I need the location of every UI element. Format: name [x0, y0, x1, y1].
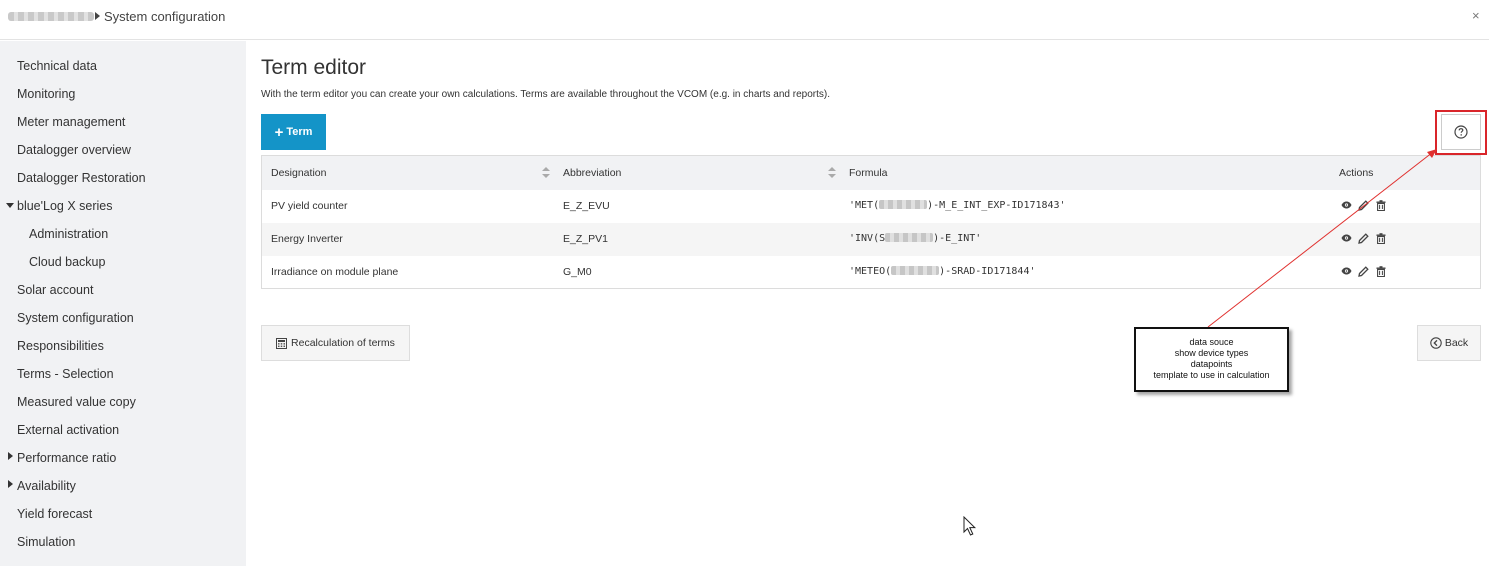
cell-designation: Irradiance on module plane: [271, 266, 399, 278]
page-title: Term editor: [261, 56, 367, 79]
cell-formula: 'MET()-M_E_INT_EXP-ID171843': [849, 200, 1066, 211]
trash-icon[interactable]: [1375, 232, 1386, 244]
eye-icon[interactable]: [1341, 232, 1352, 244]
caret-down-icon[interactable]: [6, 203, 14, 208]
add-term-label: Term: [286, 126, 313, 138]
sidebar-item-terms-selection[interactable]: Terms - Selection: [17, 367, 114, 381]
calculator-icon: [276, 337, 288, 349]
add-term-button[interactable]: + Term: [261, 114, 326, 150]
sidebar-item-performance-ratio[interactable]: Performance ratio: [17, 451, 116, 465]
table-row: Irradiance on module plane G_M0 'METEO()…: [262, 256, 1480, 289]
pencil-icon[interactable]: [1358, 199, 1369, 211]
annotation-callout: data souce show device types datapoints …: [1134, 327, 1289, 392]
cell-abbreviation: E_Z_PV1: [563, 233, 608, 245]
column-header-formula: Formula: [849, 167, 888, 179]
sidebar-item-simulation[interactable]: Simulation: [17, 535, 75, 549]
sidebar-item-datalogger-restoration[interactable]: Datalogger Restoration: [17, 171, 146, 185]
pencil-icon[interactable]: [1358, 232, 1369, 244]
sidebar-item-bluelog-x-series[interactable]: blue'Log X series: [17, 199, 113, 213]
terms-table: Designation Abbreviation Formula Actions…: [261, 155, 1481, 289]
table-row: PV yield counter E_Z_EVU 'MET()-M_E_INT_…: [262, 190, 1480, 223]
callout-line: template to use in calculation: [1153, 370, 1270, 380]
back-button[interactable]: Back: [1417, 325, 1481, 361]
cell-formula: 'METEO()-SRAD-ID171844': [849, 266, 1036, 277]
caret-right-icon[interactable]: [8, 452, 13, 460]
cell-formula: 'INV(S)-E_INT': [849, 233, 982, 244]
mouse-pointer-icon: [963, 516, 977, 536]
breadcrumb-separator-icon: [95, 12, 100, 20]
sidebar-item-yield-forecast[interactable]: Yield forecast: [17, 507, 92, 521]
help-highlight-box: [1435, 110, 1487, 155]
row-actions: [1341, 232, 1386, 244]
column-header-designation[interactable]: Designation: [271, 167, 326, 179]
page-description: With the term editor you can create your…: [261, 89, 830, 100]
back-label: Back: [1444, 337, 1469, 349]
table-header: Designation Abbreviation Formula Actions: [262, 156, 1480, 190]
column-header-abbreviation[interactable]: Abbreviation: [563, 167, 621, 179]
cell-designation: PV yield counter: [271, 200, 348, 212]
row-actions: [1341, 199, 1386, 211]
sidebar-item-meter-management[interactable]: Meter management: [17, 115, 125, 129]
breadcrumb-redacted[interactable]: [8, 12, 94, 21]
sort-icon[interactable]: [828, 167, 836, 179]
plus-icon: +: [274, 123, 284, 141]
callout-line: datapoints: [1190, 359, 1233, 369]
top-bar: System configuration ×: [0, 0, 1489, 40]
table-row: Energy Inverter E_Z_PV1 'INV(S)-E_INT': [262, 223, 1480, 256]
redacted-value: [891, 266, 940, 275]
trash-icon[interactable]: [1375, 199, 1386, 211]
sidebar-item-external-activation[interactable]: External activation: [17, 423, 119, 437]
sidebar-item-technical-data[interactable]: Technical data: [17, 59, 97, 73]
cell-designation: Energy Inverter: [271, 233, 343, 245]
sidebar-item-monitoring[interactable]: Monitoring: [17, 87, 75, 101]
cell-abbreviation: E_Z_EVU: [563, 200, 610, 212]
sidebar-item-datalogger-overview[interactable]: Datalogger overview: [17, 143, 131, 157]
sidebar-item-administration[interactable]: Administration: [29, 227, 108, 241]
eye-icon[interactable]: [1341, 199, 1352, 211]
pencil-icon[interactable]: [1358, 265, 1369, 277]
callout-line: data souce: [1189, 337, 1234, 347]
sidebar-item-cloud-backup[interactable]: Cloud backup: [29, 255, 105, 269]
eye-icon[interactable]: [1341, 265, 1352, 277]
caret-right-icon[interactable]: [8, 480, 13, 488]
callout-line: show device types: [1174, 348, 1249, 358]
sidebar-item-responsibilities[interactable]: Responsibilities: [17, 339, 104, 353]
back-circle-icon: [1430, 337, 1442, 349]
close-icon[interactable]: ×: [1472, 8, 1480, 23]
recalculation-button[interactable]: Recalculation of terms: [261, 325, 410, 361]
sidebar-item-measured-value-copy[interactable]: Measured value copy: [17, 395, 136, 409]
sidebar-item-system-configuration[interactable]: System configuration: [17, 311, 134, 325]
sidebar-item-solar-account[interactable]: Solar account: [17, 283, 93, 297]
sort-icon[interactable]: [542, 167, 550, 179]
sidebar-item-availability[interactable]: Availability: [17, 479, 76, 493]
column-header-actions: Actions: [1339, 167, 1374, 179]
redacted-value: [879, 200, 928, 209]
trash-icon[interactable]: [1375, 265, 1386, 277]
cell-abbreviation: G_M0: [563, 266, 592, 278]
recalculation-label: Recalculation of terms: [291, 337, 395, 349]
redacted-value: [885, 233, 934, 242]
sidebar: Technical data Monitoring Meter manageme…: [0, 41, 246, 566]
row-actions: [1341, 265, 1386, 277]
breadcrumb-title: System configuration: [104, 9, 226, 24]
